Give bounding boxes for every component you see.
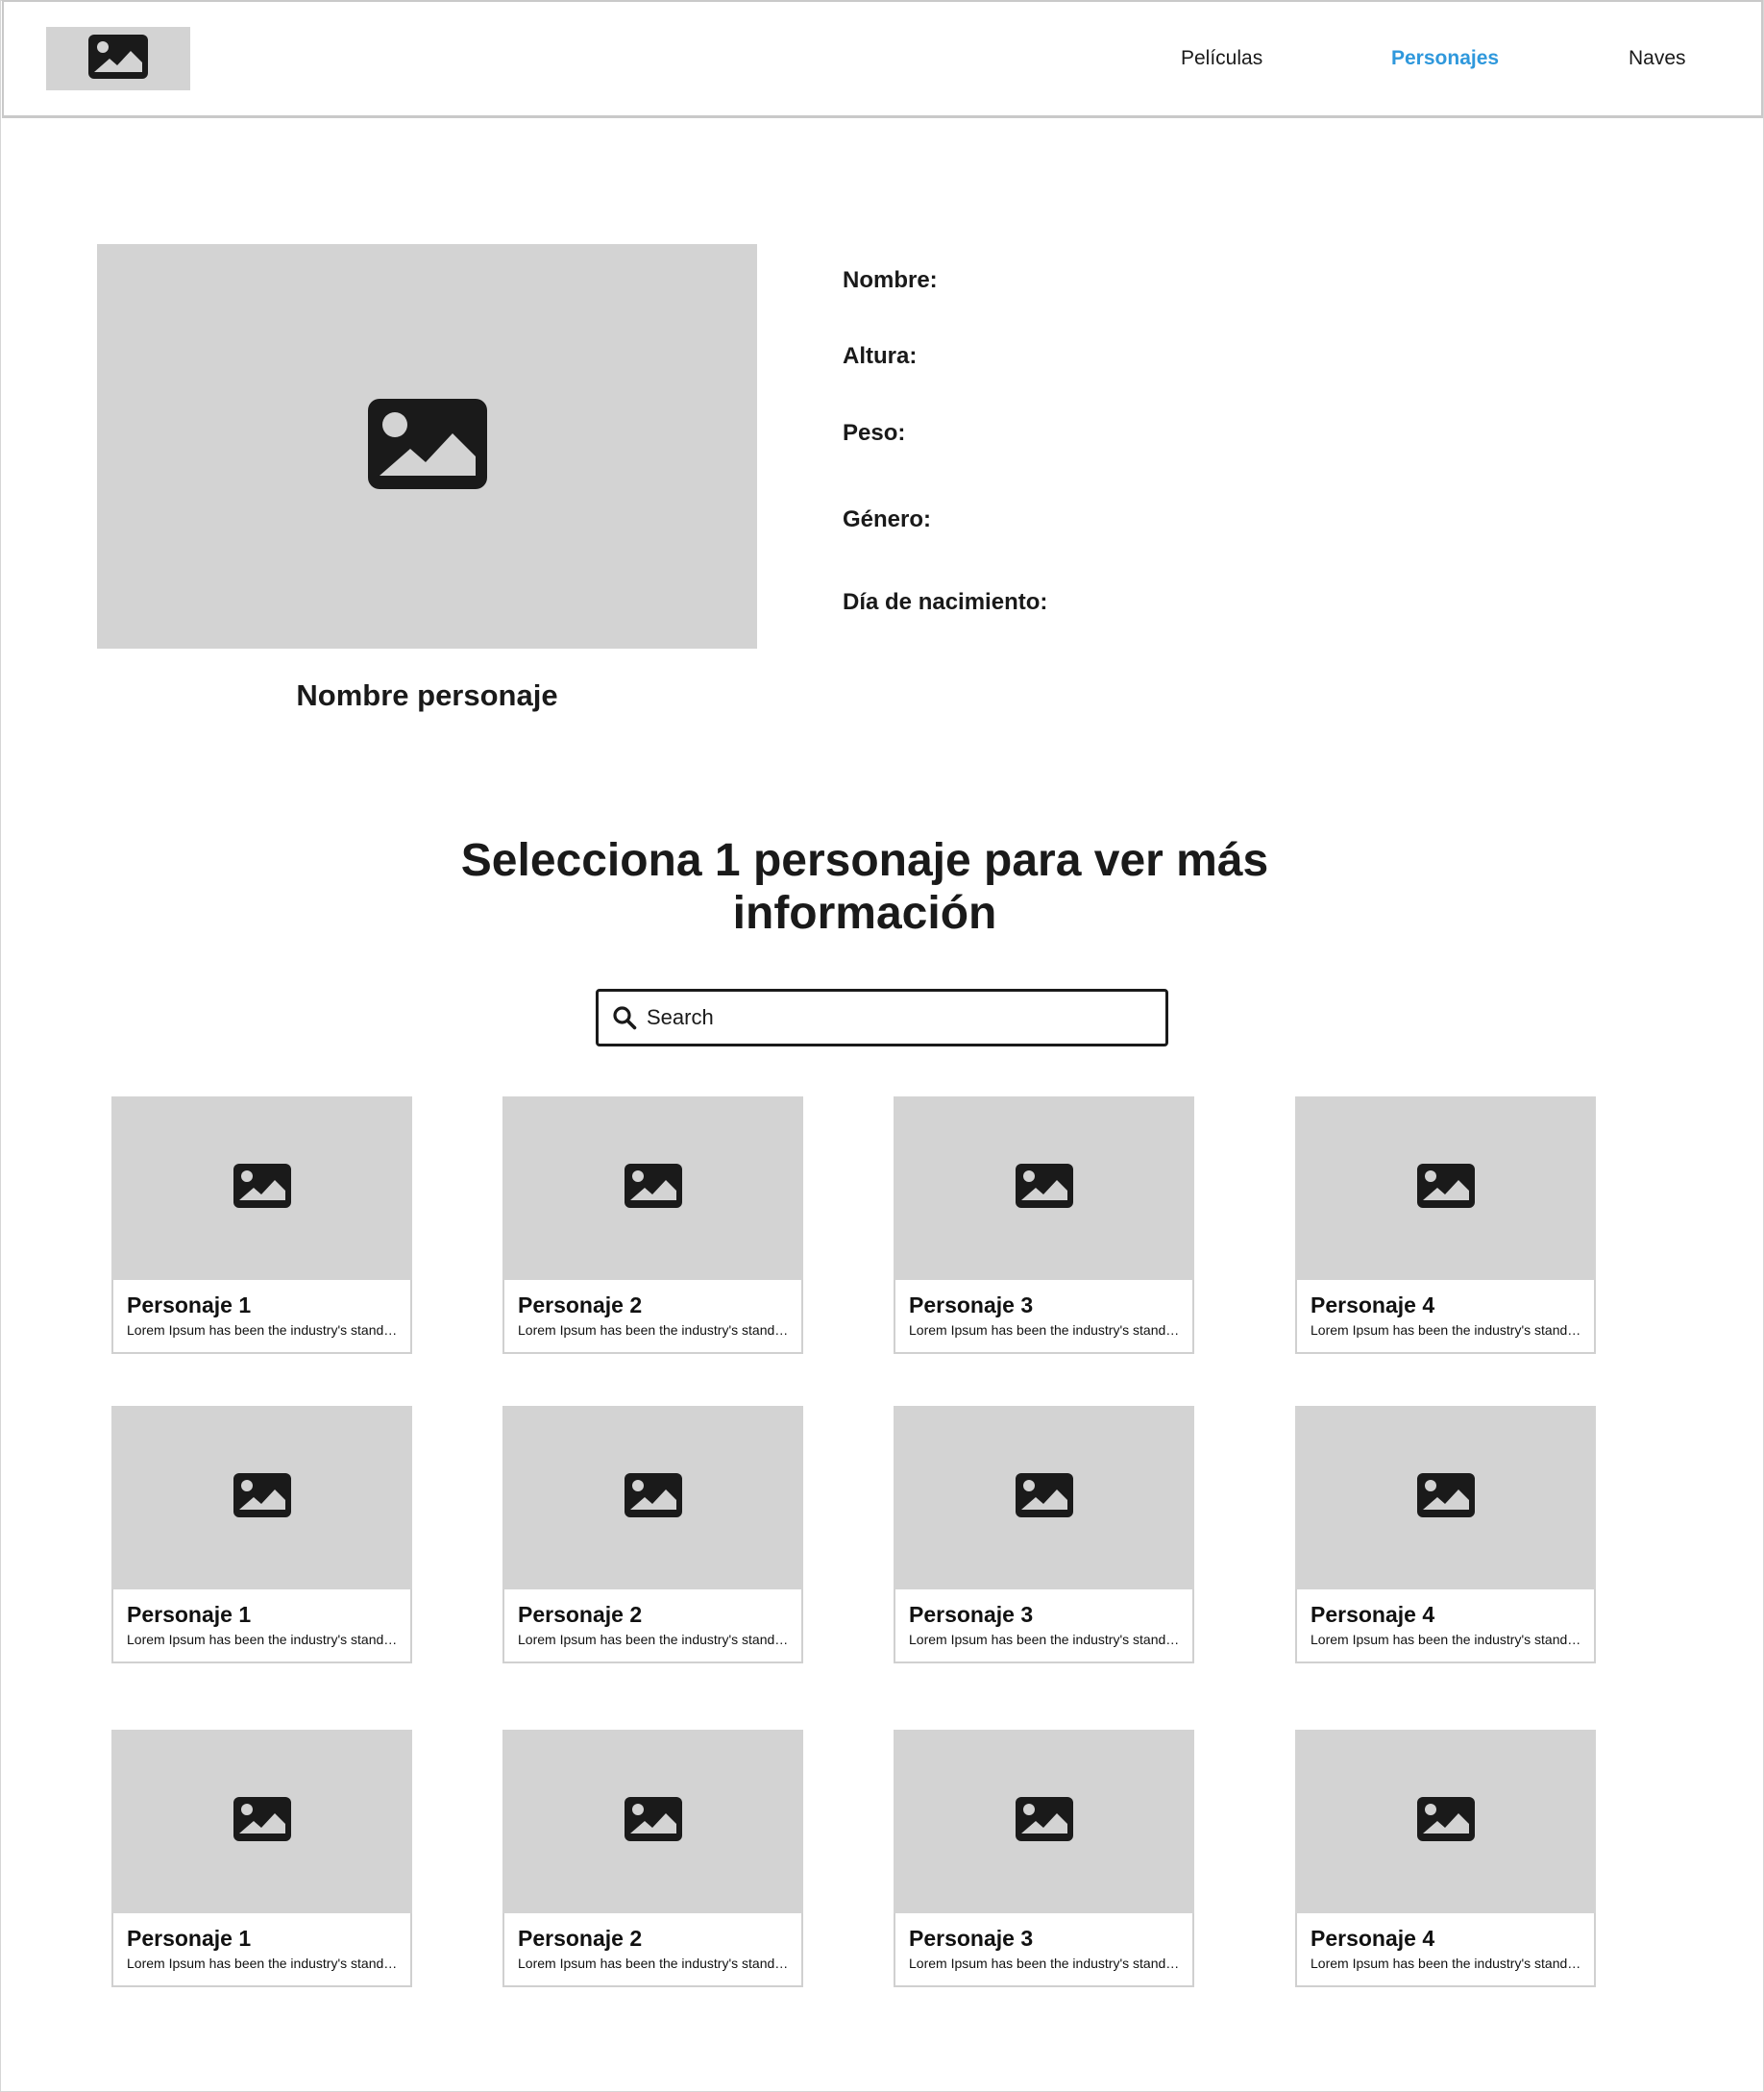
- card-title: Personaje 1: [127, 1292, 252, 1317]
- field-peso: Peso:: [843, 420, 906, 446]
- character-card[interactable]: Personaje 4 Lorem Ipsum has been the indu…: [1295, 1730, 1596, 1987]
- character-card[interactable]: Personaje 3 Lorem Ipsum has been the indu…: [894, 1096, 1194, 1354]
- card-description: Lorem Ipsum has been the industry's stan…: [127, 1632, 400, 1647]
- card-description: Lorem Ipsum has been the industry's stan…: [518, 1956, 791, 1971]
- card-title: Personaje 1: [127, 1926, 252, 1951]
- card-description: Lorem Ipsum has been the industry's stan…: [909, 1632, 1182, 1647]
- character-name: Nombre personaje: [296, 678, 558, 712]
- character-image: [97, 244, 757, 649]
- character-card[interactable]: Personaje 2 Lorem Ipsum has been the indu…: [502, 1096, 803, 1354]
- character-card[interactable]: Personaje 4 Lorem Ipsum has been the indu…: [1295, 1096, 1596, 1354]
- card-image: [1295, 1096, 1596, 1280]
- image-icon: [1014, 1471, 1075, 1524]
- card-title: Personaje 2: [518, 1292, 643, 1317]
- field-dia-nacimiento: Día de nacimiento:: [843, 589, 1048, 615]
- image-icon: [232, 1162, 293, 1215]
- card-image: [894, 1406, 1194, 1589]
- card-description: Lorem Ipsum has been the industry's stan…: [909, 1956, 1182, 1971]
- image-icon: [232, 1471, 293, 1524]
- card-image: [894, 1730, 1194, 1913]
- card-title: Personaje 3: [909, 1926, 1034, 1951]
- header: Películas Personajes Naves: [2, 0, 1763, 118]
- card-title: Personaje 4: [1311, 1926, 1435, 1951]
- card-description: Lorem Ipsum has been the industry's stan…: [1311, 1632, 1583, 1647]
- image-icon: [1014, 1162, 1075, 1215]
- character-card[interactable]: Personaje 2 Lorem Ipsum has been the indu…: [502, 1730, 803, 1987]
- image-icon: [1014, 1795, 1075, 1848]
- card-image: [1295, 1730, 1596, 1913]
- field-altura: Altura:: [843, 343, 918, 369]
- field-nombre: Nombre:: [843, 267, 938, 293]
- card-title: Personaje 4: [1311, 1292, 1435, 1317]
- character-card[interactable]: Personaje 3 Lorem Ipsum has been the indu…: [894, 1406, 1194, 1663]
- nav-naves[interactable]: Naves: [1629, 47, 1686, 70]
- card-title: Personaje 1: [127, 1602, 252, 1627]
- card-image: [502, 1406, 803, 1589]
- card-title: Personaje 3: [909, 1602, 1034, 1627]
- character-card[interactable]: Personaje 1 Lorem Ipsum has been the indu…: [111, 1406, 412, 1663]
- search-box[interactable]: [596, 989, 1168, 1046]
- logo[interactable]: [46, 27, 190, 90]
- card-title: Personaje 2: [518, 1926, 643, 1951]
- search-icon: [612, 1005, 637, 1030]
- nav-personajes[interactable]: Personajes: [1391, 47, 1499, 70]
- card-description: Lorem Ipsum has been the industry's stan…: [909, 1322, 1182, 1338]
- image-icon: [1415, 1162, 1477, 1215]
- card-title: Personaje 4: [1311, 1602, 1435, 1627]
- character-card[interactable]: Personaje 1 Lorem Ipsum has been the indu…: [111, 1096, 412, 1354]
- field-genero: Género:: [843, 506, 932, 532]
- card-title: Personaje 3: [909, 1292, 1034, 1317]
- character-card[interactable]: Personaje 1 Lorem Ipsum has been the indu…: [111, 1730, 412, 1987]
- image-icon: [623, 1795, 684, 1848]
- card-description: Lorem Ipsum has been the industry's stan…: [518, 1322, 791, 1338]
- card-description: Lorem Ipsum has been the industry's stan…: [127, 1956, 400, 1971]
- card-image: [502, 1096, 803, 1280]
- character-card[interactable]: Personaje 3 Lorem Ipsum has been the indu…: [894, 1730, 1194, 1987]
- card-image: [111, 1406, 412, 1589]
- image-icon: [232, 1795, 293, 1848]
- card-description: Lorem Ipsum has been the industry's stan…: [518, 1632, 791, 1647]
- image-icon: [86, 33, 150, 86]
- card-title: Personaje 2: [518, 1602, 643, 1627]
- character-card[interactable]: Personaje 4 Lorem Ipsum has been the indu…: [1295, 1406, 1596, 1663]
- card-description: Lorem Ipsum has been the industry's stan…: [1311, 1322, 1583, 1338]
- image-icon: [1415, 1471, 1477, 1524]
- image-icon: [1415, 1795, 1477, 1848]
- card-image: [502, 1730, 803, 1913]
- image-icon: [623, 1162, 684, 1215]
- card-description: Lorem Ipsum has been the industry's stan…: [1311, 1956, 1583, 1971]
- image-icon: [366, 397, 489, 496]
- character-card[interactable]: Personaje 2 Lorem Ipsum has been the indu…: [502, 1406, 803, 1663]
- card-image: [1295, 1406, 1596, 1589]
- card-image: [111, 1730, 412, 1913]
- card-description: Lorem Ipsum has been the industry's stan…: [127, 1322, 400, 1338]
- card-image: [111, 1096, 412, 1280]
- card-image: [894, 1096, 1194, 1280]
- search-input[interactable]: [645, 1004, 1148, 1031]
- section-title: Selecciona 1 personaje para ver más info…: [460, 835, 1269, 939]
- nav-peliculas[interactable]: Películas: [1181, 47, 1262, 70]
- image-icon: [623, 1471, 684, 1524]
